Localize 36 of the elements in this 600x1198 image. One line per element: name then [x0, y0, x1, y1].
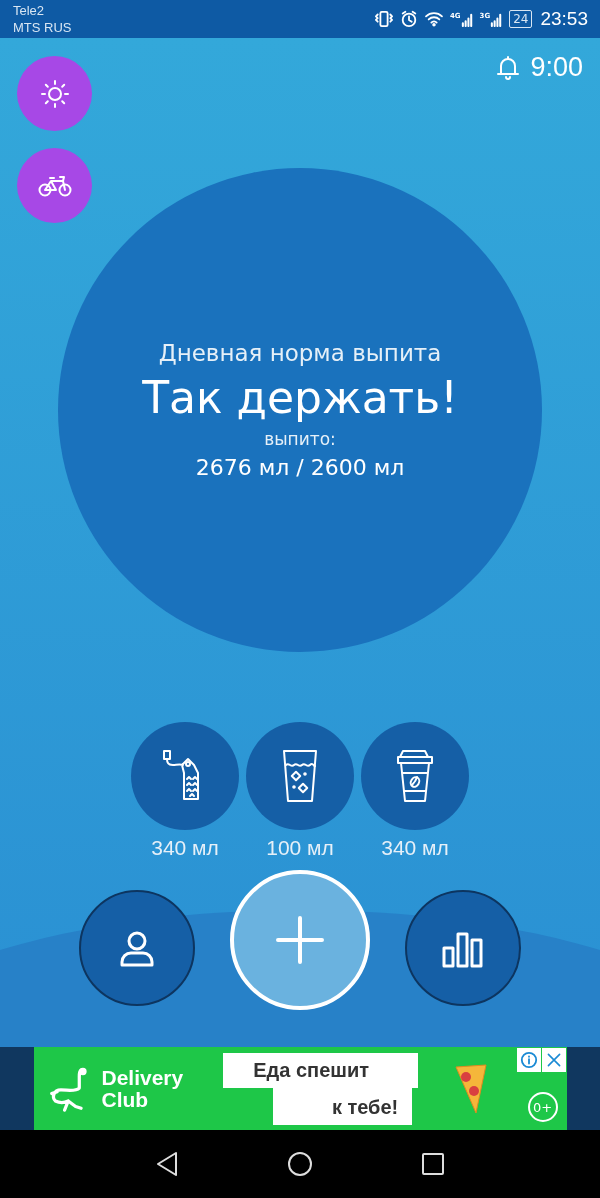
bell-icon: [496, 54, 521, 81]
ad-headline-text: к тебе!: [273, 1087, 413, 1125]
goal-amount: 2676 мл / 2600 мл: [195, 455, 405, 480]
age-rating: 0+: [527, 1092, 558, 1122]
back-icon[interactable]: [154, 1151, 180, 1177]
battery-level: 24: [513, 12, 529, 26]
goal-message: Так держать!: [142, 372, 458, 423]
signal-icon: [490, 11, 504, 27]
carrier-name: MTS RUS: [13, 19, 72, 36]
ad-headline-text: Еда спешит: [223, 1052, 419, 1088]
bicycle-icon: [37, 173, 72, 198]
info-icon: [519, 1051, 538, 1069]
sun-icon: [39, 78, 70, 109]
ad-info-button[interactable]: [516, 1048, 541, 1072]
close-icon: [545, 1052, 562, 1068]
goal-label: выпито:: [264, 429, 336, 449]
alarm-icon: [399, 10, 418, 28]
coffee-cup-icon: [395, 749, 435, 803]
pizza-icon: [455, 1064, 487, 1113]
vibrate-icon: [373, 10, 394, 28]
clock: 23:53: [540, 8, 588, 30]
goal-title: Дневная норма выпита: [158, 340, 442, 366]
recents-icon[interactable]: [420, 1151, 446, 1177]
plus-icon: [275, 915, 325, 965]
home-icon[interactable]: [287, 1151, 313, 1177]
ad-close-button[interactable]: [541, 1048, 566, 1072]
signal-icon: [460, 11, 474, 27]
ad-brand: Delivery Club: [101, 1066, 184, 1111]
drink-amount: 340 мл: [381, 836, 449, 860]
drink-amount: 100 мл: [266, 836, 334, 860]
wifi-icon: [423, 11, 444, 27]
ad-banner[interactable]: Delivery Club Еда спешит к тебе! 0+: [33, 1047, 567, 1130]
carrier-name: Tele2: [13, 2, 46, 19]
glass-icon: [280, 749, 320, 803]
reminder-time: 9:00: [530, 52, 583, 83]
drink-amount: 340 мл: [151, 836, 219, 860]
